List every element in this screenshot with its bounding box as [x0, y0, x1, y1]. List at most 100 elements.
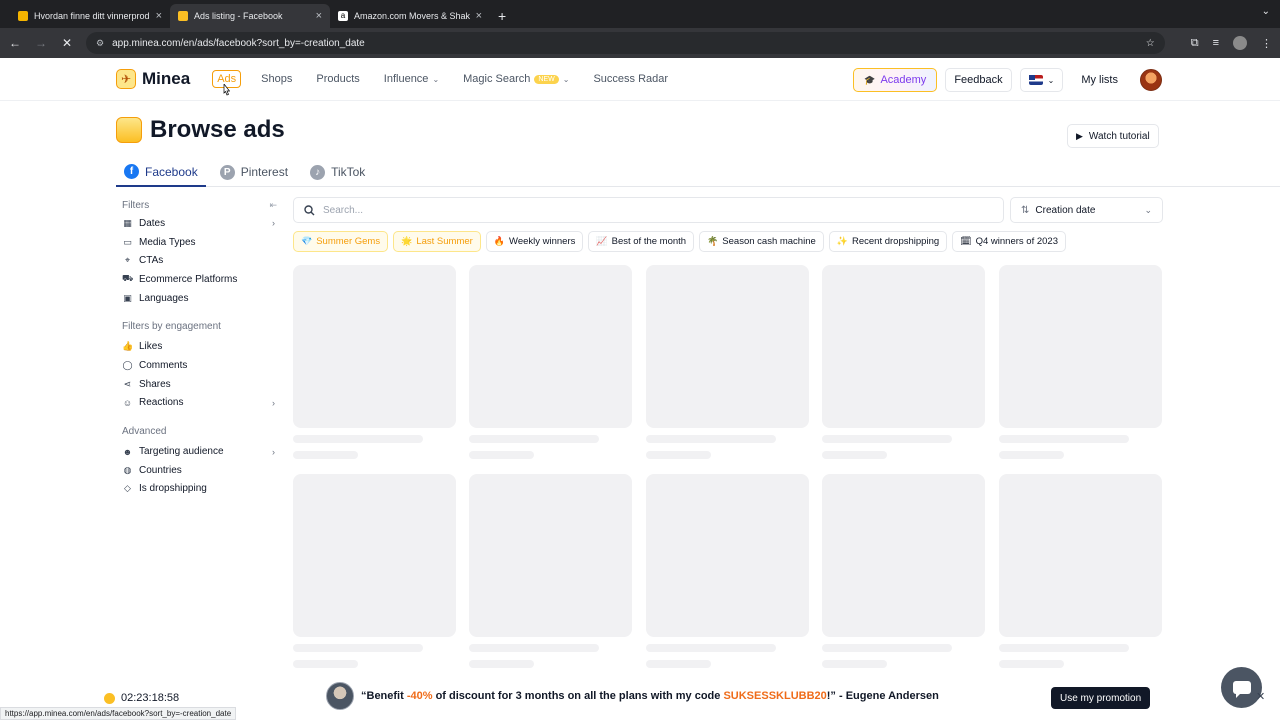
site-info-icon[interactable]: ⚙: [96, 38, 104, 49]
facebook-icon: f: [124, 164, 139, 179]
filter-targeting-audience[interactable]: ☻ Targeting audience ›: [122, 442, 277, 461]
tag-icon: ◇: [124, 483, 131, 494]
minea-logo-icon: ✈: [116, 69, 136, 89]
url-text[interactable]: app.minea.com/en/ads/facebook?sort_by=-c…: [112, 38, 1138, 49]
address-bar[interactable]: ⚙ app.minea.com/en/ads/facebook?sort_by=…: [86, 32, 1165, 54]
skeleton-line: [822, 644, 952, 652]
collapse-sidebar-icon[interactable]: ⇤: [269, 200, 277, 211]
chip-label: Best of the month: [611, 236, 687, 247]
browser-tab-2[interactable]: Ads listing - Facebook ×: [170, 4, 330, 28]
promo-text-after: !” - Eugene Andersen: [826, 690, 939, 702]
browser-tab-1[interactable]: Hvordan finne ditt vinnerprodukt ×: [10, 4, 170, 28]
comment-icon: ◯: [122, 359, 133, 370]
filter-dates[interactable]: ▦ Dates ›: [122, 214, 277, 233]
filter-is-dropshipping[interactable]: ◇ Is dropshipping: [122, 480, 277, 499]
tab-facebook[interactable]: f Facebook: [116, 158, 206, 187]
media-icon[interactable]: ≡: [1213, 37, 1219, 49]
use-promotion-button[interactable]: Use my promotion: [1051, 687, 1151, 709]
user-icon: ☻: [122, 446, 133, 457]
filter-label: Likes: [139, 341, 163, 353]
feedback-button[interactable]: Feedback: [945, 68, 1012, 92]
bookmark-star-icon[interactable]: ☆: [1146, 38, 1155, 49]
close-icon[interactable]: ×: [316, 10, 322, 22]
graduation-cap-icon: 🎓: [864, 74, 876, 85]
tiktok-icon: ♪: [310, 164, 326, 180]
filters-header: Filters ⇤: [122, 198, 277, 212]
chip-weekly-winners[interactable]: 🔥 Weekly winners: [485, 231, 584, 252]
logo-text: Minea: [142, 69, 191, 88]
close-icon[interactable]: ×: [476, 10, 482, 22]
promo-discount: -40%: [406, 690, 433, 702]
sort-label: Creation date: [1035, 204, 1096, 216]
forward-icon[interactable]: →: [34, 36, 48, 50]
profile-avatar[interactable]: [1233, 36, 1247, 50]
filter-likes[interactable]: 👍 Likes: [122, 337, 277, 356]
chip-summer-gems[interactable]: 💎 Summer Gems: [293, 231, 389, 252]
filter-languages[interactable]: ▣ Languages: [122, 289, 277, 308]
nav-products[interactable]: Products: [316, 73, 359, 85]
close-icon[interactable]: ✕: [1256, 690, 1265, 703]
filter-ctas[interactable]: ⌖ CTAs: [122, 251, 277, 270]
nav-shops[interactable]: Shops: [261, 73, 292, 85]
stop-icon[interactable]: ✕: [60, 36, 74, 50]
nav-influence[interactable]: Influence ⌄: [384, 73, 439, 85]
extensions-icon[interactable]: ⧉: [1191, 37, 1199, 50]
filter-reactions[interactable]: ☺ Reactions ›: [122, 394, 277, 413]
skeleton-line: [293, 451, 358, 459]
nav-magic-search[interactable]: Magic Search NEW ⌄: [463, 73, 569, 85]
sort-select[interactable]: ⇅ Creation date ⌄: [1010, 197, 1163, 223]
back-icon[interactable]: ←: [8, 36, 22, 50]
promo-timer: 02:23:18:58: [104, 690, 179, 706]
promo-code: SUKSESSKLUBB20: [723, 690, 827, 702]
filter-comments[interactable]: ◯ Comments: [122, 356, 277, 375]
chip-q4-winners-2023[interactable]: 🗓 Q4 winners of 2023: [952, 231, 1066, 252]
globe-icon: ◍: [123, 464, 132, 475]
my-lists-link[interactable]: My lists: [1081, 74, 1118, 86]
language-select[interactable]: ⌄: [1019, 68, 1064, 92]
tab-favicon: [18, 11, 28, 21]
skeleton-line: [293, 660, 358, 668]
share-icon: ⋖: [123, 378, 132, 389]
skeleton-line: [999, 451, 1064, 459]
academy-button[interactable]: 🎓 Academy: [853, 68, 938, 92]
browser-tab-3[interactable]: a Amazon.com Movers & Shakers ×: [330, 4, 490, 28]
watch-tutorial-button[interactable]: ▶ Watch tutorial: [1067, 124, 1159, 148]
menu-icon[interactable]: ⋮: [1261, 37, 1272, 50]
skeleton-card: [469, 265, 632, 428]
tab-tiktok[interactable]: ♪ TikTok: [302, 158, 373, 186]
filter-shares[interactable]: ⋖ Shares: [122, 375, 277, 394]
tab-title: Hvordan finne ditt vinnerprodukt: [34, 11, 150, 21]
chip-label: Summer Gems: [316, 236, 381, 247]
promo-text-before: “Benefit: [361, 690, 407, 702]
chip-season-cash-machine[interactable]: 🌴 Season cash machine: [699, 231, 824, 252]
tab-search-icon[interactable]: ⌄: [1262, 6, 1270, 17]
tab-pinterest[interactable]: P Pinterest: [212, 158, 296, 186]
close-icon[interactable]: ×: [156, 10, 162, 22]
nav-success-radar[interactable]: Success Radar: [593, 73, 668, 85]
filter-ecommerce-platforms[interactable]: ⛟ Ecommerce Platforms: [122, 270, 277, 289]
chip-label: Recent dropshipping: [852, 236, 940, 247]
skeleton-card: [822, 474, 985, 637]
filter-countries[interactable]: ◍ Countries: [122, 461, 277, 480]
filter-media-types[interactable]: ▭ Media Types: [122, 233, 277, 252]
skeleton-line: [999, 644, 1129, 652]
logo[interactable]: ✈ Minea: [116, 69, 190, 89]
chart-up-icon: 📈: [596, 236, 608, 246]
promo-avatar: [326, 682, 354, 710]
new-tab-button[interactable]: +: [498, 4, 506, 28]
chip-best-of-the-month[interactable]: 📈 Best of the month: [588, 231, 695, 252]
watch-tutorial-label: Watch tutorial: [1088, 130, 1150, 142]
filters-sidebar: Filters ⇤ ▦ Dates › ▭ Media Types ⌖ CTAs ⛟ Ec…: [122, 198, 277, 498]
nav-label: Influence: [383, 73, 429, 85]
search-input[interactable]: Search...: [293, 197, 1004, 223]
chevron-down-icon: ⌄: [1047, 75, 1055, 85]
chip-recent-dropshipping[interactable]: ✨ Recent dropshipping: [828, 231, 948, 252]
promo-text: “Benefit -40% of discount for 3 months o…: [361, 690, 939, 702]
user-avatar[interactable]: [1140, 69, 1162, 91]
skeleton-card: [293, 265, 456, 428]
chip-last-summer[interactable]: 🌟 Last Summer: [393, 231, 481, 252]
chevron-right-icon: ›: [272, 218, 275, 229]
cart-icon: ⛟: [122, 273, 134, 284]
skeleton-line: [293, 644, 423, 652]
palm-tree-icon: 🌴: [707, 236, 719, 246]
